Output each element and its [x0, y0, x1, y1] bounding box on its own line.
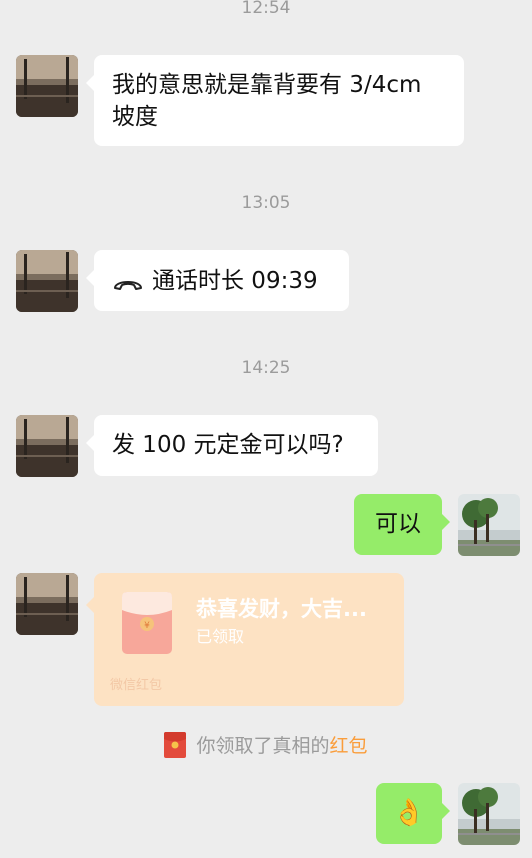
system-message-text: 你领取了真相的	[196, 735, 330, 757]
phone-icon	[112, 271, 144, 291]
contact-avatar[interactable]	[16, 55, 78, 117]
call-record-bubble[interactable]: 通话时长 09:39	[86, 250, 349, 311]
red-packet-title: 恭喜发财，大吉...	[196, 597, 367, 621]
message-text: 可以	[375, 511, 421, 537]
message-bubble-outgoing[interactable]: 可以	[354, 494, 450, 555]
timestamp: 14:25	[241, 358, 291, 378]
red-envelope-icon	[164, 732, 187, 758]
red-envelope-icon: ¥	[122, 592, 172, 654]
my-avatar[interactable]	[458, 783, 520, 845]
contact-avatar[interactable]	[16, 250, 78, 312]
system-message: 你领取了真相的红包	[0, 732, 532, 760]
message-bubble[interactable]: 我的意思就是靠背要有 3/4cm 坡度	[86, 55, 464, 146]
svg-text:¥: ¥	[144, 621, 150, 631]
red-packet-footer: 微信红包	[110, 678, 163, 693]
message-text: 坡度	[112, 104, 158, 130]
red-packet-link[interactable]: 红包	[330, 735, 368, 757]
my-avatar[interactable]	[458, 494, 520, 556]
timestamp: 12:54	[241, 0, 291, 18]
message-text: 发 100 元定金可以吗?	[112, 432, 344, 458]
contact-avatar[interactable]	[16, 573, 78, 635]
call-duration-text: 通话时长 09:39	[152, 267, 318, 294]
emoji-bubble-outgoing[interactable]: 👌	[376, 783, 450, 844]
ok-hand-emoji: 👌	[392, 798, 426, 828]
message-bubble[interactable]: 发 100 元定金可以吗?	[86, 415, 378, 476]
red-packet-card[interactable]: ¥ 恭喜发财，大吉... 已领取 微信红包	[86, 573, 404, 706]
message-text: 我的意思就是靠背要有 3/4cm	[112, 72, 422, 98]
red-packet-status: 已领取	[196, 627, 245, 646]
timestamp: 13:05	[241, 193, 291, 213]
contact-avatar[interactable]	[16, 415, 78, 477]
